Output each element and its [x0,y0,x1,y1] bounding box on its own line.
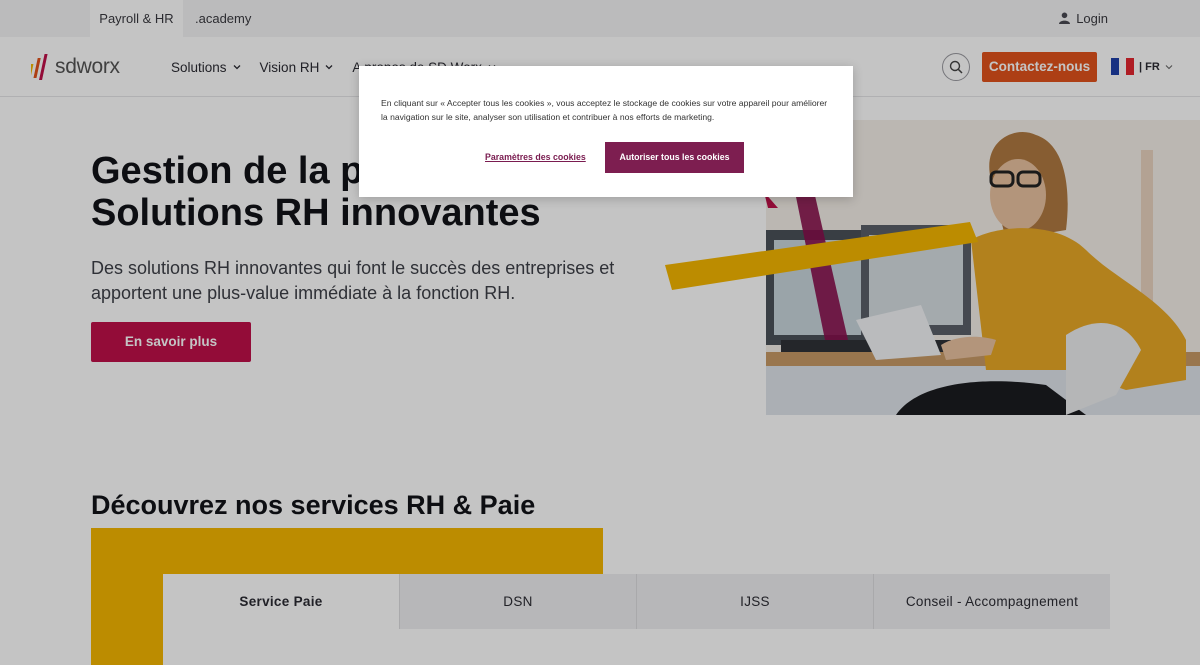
cookie-consent-dialog: En cliquant sur « Accepter tous les cook… [359,66,853,197]
accept-all-cookies-button[interactable]: Autoriser tous les cookies [605,142,744,173]
cookie-settings-link[interactable]: Paramètres des cookies [485,152,586,162]
cookie-consent-text: En cliquant sur « Accepter tous les cook… [381,98,828,122]
